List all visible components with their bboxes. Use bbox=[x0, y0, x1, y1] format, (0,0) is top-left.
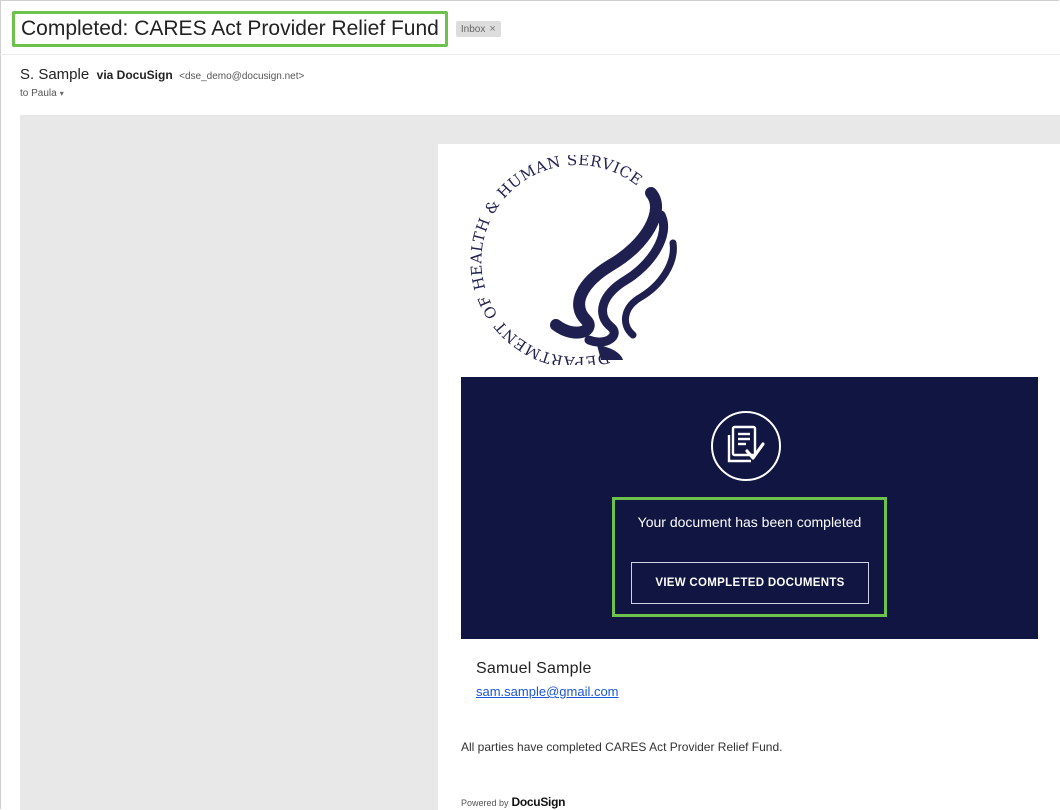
inbox-label[interactable]: Inbox × bbox=[455, 21, 501, 37]
document-check-icon bbox=[711, 411, 781, 481]
signer-name: Samuel Sample bbox=[476, 660, 592, 677]
sender-email: <dse_demo@docusign.net> bbox=[179, 71, 305, 82]
powered-by: Powered by DocuSign bbox=[461, 795, 565, 809]
completion-footer-text: All parties have completed CARES Act Pro… bbox=[461, 740, 783, 754]
remove-label-icon[interactable]: × bbox=[489, 23, 495, 35]
recipient-details-chevron-icon[interactable]: ▾ bbox=[60, 89, 64, 98]
powered-by-text: Powered by bbox=[461, 798, 509, 808]
completion-message: Your document has been completed bbox=[637, 514, 862, 530]
header-divider bbox=[0, 54, 1060, 55]
inbox-label-text: Inbox bbox=[460, 23, 486, 35]
completion-banner: Your document has been completed VIEW CO… bbox=[461, 377, 1038, 639]
recipient-line[interactable]: to Paula ▾ bbox=[20, 88, 64, 99]
hhs-seal-logo: DEPARTMENT OF HEALTH & HUMAN SERVICES · … bbox=[461, 155, 691, 365]
sender-name[interactable]: S. Sample bbox=[20, 66, 89, 83]
email-subject: Completed: CARES Act Provider Relief Fun… bbox=[12, 11, 448, 47]
sender-line: S. Sample via DocuSign <dse_demo@docusig… bbox=[20, 66, 304, 84]
signer-email-link[interactable]: sam.sample@gmail.com bbox=[476, 684, 619, 699]
view-completed-documents-button[interactable]: VIEW COMPLETED DOCUMENTS bbox=[631, 562, 869, 604]
recipient-text: to Paula bbox=[20, 88, 57, 99]
completion-highlight: Your document has been completed VIEW CO… bbox=[612, 497, 887, 617]
docusign-logo: DocuSign bbox=[511, 795, 566, 809]
subject-row: Completed: CARES Act Provider Relief Fun… bbox=[12, 11, 501, 47]
sender-via: via DocuSign bbox=[96, 68, 173, 82]
